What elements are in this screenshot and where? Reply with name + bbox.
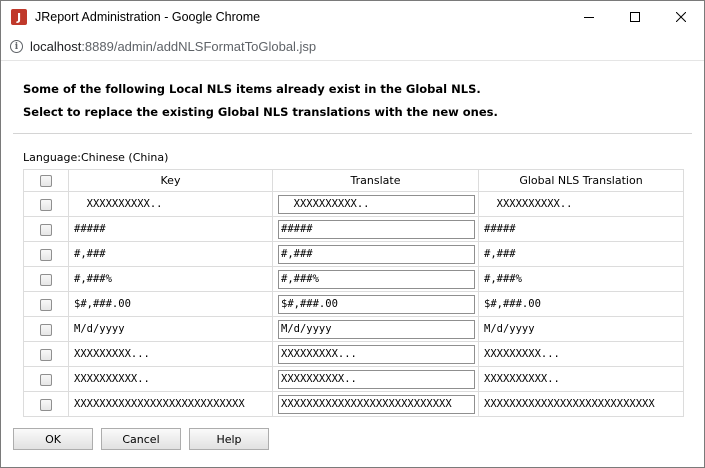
global-translation-cell: M/d/yyyy bbox=[478, 316, 684, 342]
translate-cell: XXXXXXXXXXXXXXXXXXXXXXXXXXX bbox=[272, 391, 479, 417]
info-icon[interactable]: i bbox=[10, 40, 23, 53]
browser-window: J JReport Administration - Google Chrome… bbox=[0, 0, 705, 468]
key-cell: XXXXXXXXX... bbox=[68, 341, 273, 367]
translate-input[interactable]: XXXXXXXXX... bbox=[278, 344, 475, 364]
row-select-cell bbox=[23, 316, 69, 342]
table-row: M/d/yyyy M/d/yyyy M/d/yyyy bbox=[23, 316, 684, 342]
global-translation-cell: #,###% bbox=[478, 266, 684, 292]
translate-cell: $#,###.00 bbox=[272, 291, 479, 317]
translate-input[interactable]: XXXXXXXXXXXXXXXXXXXXXXXXXXX bbox=[278, 394, 475, 414]
table-row: #,###% #,###% #,###% bbox=[23, 266, 684, 292]
key-cell: XXXXXXXXXXXXXXXXXXXXXXXXXXX bbox=[68, 391, 273, 417]
global-translation-cell: $#,###.00 bbox=[478, 291, 684, 317]
translate-cell: XXXXXXXXXX.. bbox=[272, 191, 479, 217]
row-checkbox[interactable] bbox=[40, 323, 52, 336]
row-select-cell bbox=[23, 391, 69, 417]
close-icon bbox=[676, 12, 686, 22]
global-translation-cell: ##### bbox=[478, 216, 684, 242]
maximize-button[interactable] bbox=[612, 1, 658, 33]
row-checkbox[interactable] bbox=[40, 248, 52, 261]
table-row: XXXXXXXXX... XXXXXXXXX... XXXXXXXXX... bbox=[23, 341, 684, 367]
message-line-2: Select to replace the existing Global NL… bbox=[23, 105, 498, 119]
column-header-global: Global NLS Translation bbox=[478, 169, 684, 192]
row-checkbox[interactable] bbox=[40, 398, 52, 411]
ok-button[interactable]: OK bbox=[13, 428, 93, 450]
row-checkbox[interactable] bbox=[40, 223, 52, 236]
select-all-checkbox[interactable] bbox=[40, 175, 52, 187]
translate-input[interactable]: #,### bbox=[278, 244, 475, 264]
minimize-button[interactable] bbox=[566, 1, 612, 33]
message-line-1: Some of the following Local NLS items al… bbox=[23, 82, 481, 96]
table-header-row: Key Translate Global NLS Translation bbox=[23, 169, 684, 192]
row-select-cell bbox=[23, 341, 69, 367]
translate-cell: XXXXXXXXXX.. bbox=[272, 366, 479, 392]
key-cell: #,###% bbox=[68, 266, 273, 292]
title-bar: J JReport Administration - Google Chrome bbox=[1, 1, 704, 33]
key-cell: M/d/yyyy bbox=[68, 316, 273, 342]
window-controls bbox=[566, 1, 704, 33]
nls-items-table: Key Translate Global NLS Translation XXX… bbox=[23, 169, 684, 417]
row-select-cell bbox=[23, 191, 69, 217]
translate-cell: M/d/yyyy bbox=[272, 316, 479, 342]
translate-cell: #,### bbox=[272, 241, 479, 267]
row-checkbox[interactable] bbox=[40, 373, 52, 386]
close-window-button[interactable] bbox=[658, 1, 704, 33]
row-select-cell bbox=[23, 366, 69, 392]
key-cell: XXXXXXXXXX.. bbox=[68, 366, 273, 392]
row-checkbox[interactable] bbox=[40, 298, 52, 311]
translate-cell: #,###% bbox=[272, 266, 479, 292]
key-cell: XXXXXXXXXX.. bbox=[68, 191, 273, 217]
row-select-cell bbox=[23, 266, 69, 292]
url-text[interactable]: localhost:8889/admin/addNLSFormatToGloba… bbox=[30, 39, 316, 54]
translate-input[interactable]: XXXXXXXXXX.. bbox=[278, 194, 475, 214]
cancel-button[interactable]: Cancel bbox=[101, 428, 181, 450]
translate-cell: ##### bbox=[272, 216, 479, 242]
translate-input[interactable]: XXXXXXXXXX.. bbox=[278, 369, 475, 389]
maximize-icon bbox=[630, 12, 640, 22]
row-checkbox[interactable] bbox=[40, 348, 52, 361]
row-select-cell bbox=[23, 216, 69, 242]
window-title: JReport Administration - Google Chrome bbox=[35, 10, 261, 24]
dialog-content: Some of the following Local NLS items al… bbox=[1, 62, 704, 467]
global-translation-cell: XXXXXXXXXX.. bbox=[478, 366, 684, 392]
key-cell: #,### bbox=[68, 241, 273, 267]
translate-cell: XXXXXXXXX... bbox=[272, 341, 479, 367]
row-checkbox[interactable] bbox=[40, 198, 52, 211]
address-bar[interactable]: i localhost:8889/admin/addNLSFormatToGlo… bbox=[1, 33, 704, 61]
translate-input[interactable]: $#,###.00 bbox=[278, 294, 475, 314]
column-header-translate: Translate bbox=[272, 169, 479, 192]
url-host: localhost bbox=[30, 39, 82, 54]
table-row: XXXXXXXXXX.. XXXXXXXXXX.. XXXXXXXXXX.. bbox=[23, 191, 684, 217]
table-row: $#,###.00 $#,###.00 $#,###.00 bbox=[23, 291, 684, 317]
row-select-cell bbox=[23, 291, 69, 317]
key-cell: $#,###.00 bbox=[68, 291, 273, 317]
help-button[interactable]: Help bbox=[189, 428, 269, 450]
minimize-icon bbox=[584, 17, 594, 18]
global-translation-cell: XXXXXXXXXX.. bbox=[478, 191, 684, 217]
table-row: XXXXXXXXXXXXXXXXXXXXXXXXXXX XXXXXXXXXXXX… bbox=[23, 391, 684, 417]
column-header-key: Key bbox=[68, 169, 273, 192]
divider bbox=[13, 133, 692, 134]
translate-input[interactable]: M/d/yyyy bbox=[278, 319, 475, 339]
table-row: #,### #,### #,### bbox=[23, 241, 684, 267]
translate-input[interactable]: ##### bbox=[278, 219, 475, 239]
global-translation-cell: #,### bbox=[478, 241, 684, 267]
key-cell: ##### bbox=[68, 216, 273, 242]
global-translation-cell: XXXXXXXXX... bbox=[478, 341, 684, 367]
select-all-cell bbox=[23, 169, 69, 192]
url-path: :8889/admin/addNLSFormatToGlobal.jsp bbox=[81, 39, 317, 54]
table-row: XXXXXXXXXX.. XXXXXXXXXX.. XXXXXXXXXX.. bbox=[23, 366, 684, 392]
translate-input[interactable]: #,###% bbox=[278, 269, 475, 289]
language-label: Language:Chinese (China) bbox=[23, 151, 169, 164]
global-translation-cell: XXXXXXXXXXXXXXXXXXXXXXXXXXX bbox=[478, 391, 684, 417]
row-checkbox[interactable] bbox=[40, 273, 52, 286]
table-row: ##### ##### ##### bbox=[23, 216, 684, 242]
row-select-cell bbox=[23, 241, 69, 267]
jreport-app-icon: J bbox=[11, 9, 27, 25]
